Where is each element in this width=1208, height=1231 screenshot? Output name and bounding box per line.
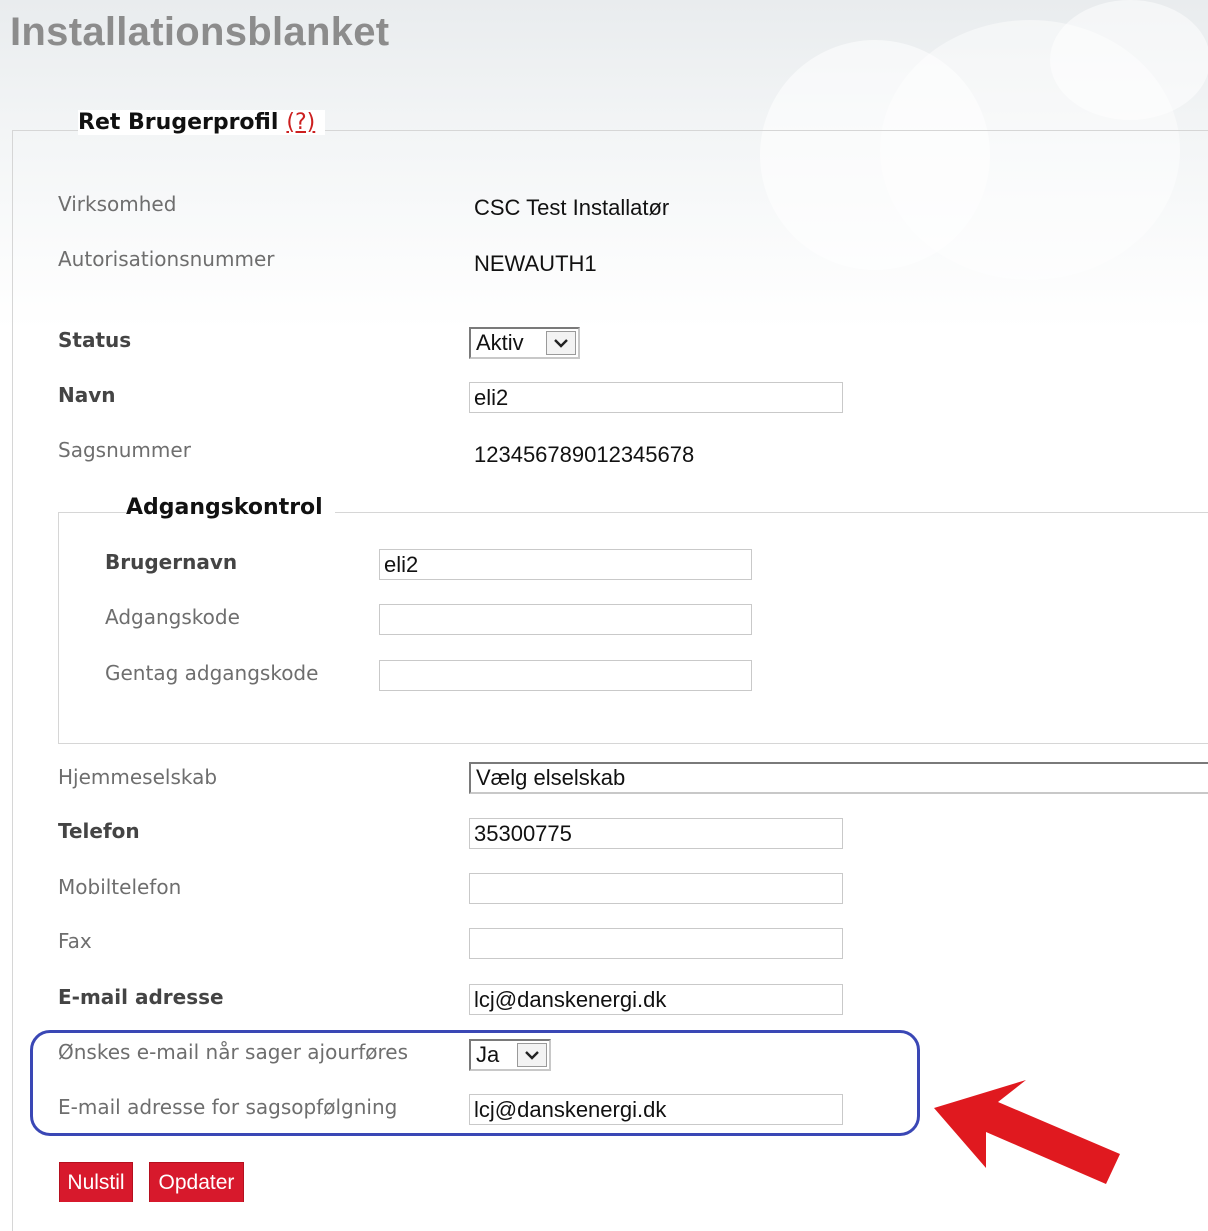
telefon-input[interactable]: 35300775 xyxy=(469,818,843,849)
navn-input[interactable]: eli2 xyxy=(469,382,843,413)
followup-email-label: E-mail adresse for sagsopfølgning xyxy=(58,1095,398,1119)
telefon-label: Telefon xyxy=(58,819,140,843)
access-legend: Adgangskontrol xyxy=(126,495,335,520)
page-title: Installationsblanket xyxy=(10,10,390,54)
fax-label: Fax xyxy=(58,929,92,953)
status-select-value: Aktiv xyxy=(476,330,524,355)
notify-select-value: Ja xyxy=(476,1042,500,1067)
status-label: Status xyxy=(58,328,132,352)
navn-label: Navn xyxy=(58,383,116,407)
notify-label: Ønskes e-mail når sager ajourføres xyxy=(58,1040,409,1064)
brugernavn-input[interactable]: eli2 xyxy=(379,549,752,580)
red-arrow-icon xyxy=(934,1080,1120,1184)
reset-button[interactable]: Nulstil xyxy=(59,1162,133,1202)
hjemmeselskab-select-value: Vælg elselskab xyxy=(476,765,626,790)
autorisation-label: Autorisationsnummer xyxy=(58,247,275,271)
email-input[interactable]: lcj@danskenergi.dk xyxy=(469,984,843,1015)
email-label: E-mail adresse xyxy=(58,985,224,1009)
notify-select[interactable]: Ja xyxy=(469,1039,551,1071)
virksomhed-value: CSC Test Installatør xyxy=(474,195,670,220)
sagsnummer-label: Sagsnummer xyxy=(58,438,191,462)
adgangskode-label: Adgangskode xyxy=(105,605,240,629)
hjemmeselskab-label: Hjemmeselskab xyxy=(58,765,218,789)
sagsnummer-value: 123456789012345678 xyxy=(474,442,695,467)
mobiltelefon-label: Mobiltelefon xyxy=(58,875,182,899)
followup-email-input[interactable]: lcj@danskenergi.dk xyxy=(469,1094,843,1125)
help-link[interactable]: (?) xyxy=(286,110,315,135)
profile-legend: Ret Brugerprofil (?) xyxy=(78,110,326,135)
virksomhed-label: Virksomhed xyxy=(58,192,177,216)
autorisation-value: NEWAUTH1 xyxy=(474,251,597,276)
gentag-input[interactable] xyxy=(379,660,752,691)
mobiltelefon-input[interactable] xyxy=(469,873,843,904)
adgangskode-input[interactable] xyxy=(379,604,752,635)
gentag-label: Gentag adgangskode xyxy=(105,661,319,685)
profile-legend-text: Ret Brugerprofil xyxy=(78,110,279,135)
update-button[interactable]: Opdater xyxy=(149,1162,244,1202)
fax-input[interactable] xyxy=(469,928,843,959)
hjemmeselskab-select[interactable]: Vælg elselskab xyxy=(469,762,1208,794)
status-select[interactable]: Aktiv xyxy=(469,327,580,359)
chevron-down-icon[interactable] xyxy=(517,1043,547,1067)
decor-bubble xyxy=(1050,0,1208,120)
brugernavn-label: Brugernavn xyxy=(105,550,238,574)
chevron-down-icon[interactable] xyxy=(546,331,576,355)
